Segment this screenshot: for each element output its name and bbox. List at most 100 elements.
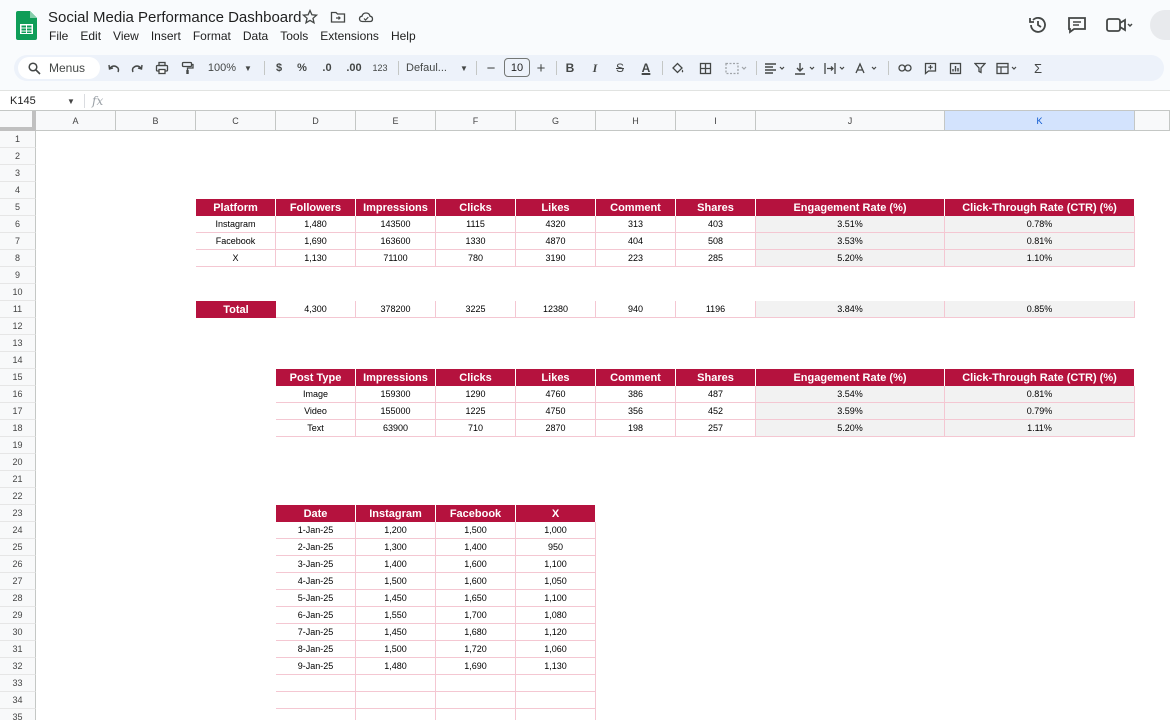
date_table-cell[interactable]: 1-Jan-25 xyxy=(276,522,356,539)
date_table-cell[interactable]: 1,600 xyxy=(436,573,516,590)
date_table-cell[interactable]: 1,080 xyxy=(516,607,596,624)
percent-format-button[interactable]: % xyxy=(294,55,310,81)
increase-decimal-button[interactable]: .00 xyxy=(342,55,366,81)
cloud-saved-icon[interactable] xyxy=(358,9,374,25)
post_table-cell[interactable]: 1.11% xyxy=(945,420,1135,437)
date_table-cell[interactable]: 950 xyxy=(516,539,596,556)
strikethrough-button[interactable]: S xyxy=(613,55,627,81)
spreadsheet-grid[interactable]: A B C D E F G H I J K 1 2 3 4 5 6 7 8 9 10 11 12 13 14 15 16 17 18 19… xyxy=(0,110,1170,720)
date_table-cell[interactable]: 1,100 xyxy=(516,590,596,607)
date_table-cell[interactable]: 5-Jan-25 xyxy=(276,590,356,607)
row-header-3[interactable]: 3 xyxy=(0,165,36,182)
column-header-a[interactable]: A xyxy=(36,111,116,131)
avatar[interactable] xyxy=(1150,10,1170,40)
post_table-cell[interactable]: 4750 xyxy=(516,403,596,420)
menu-format[interactable]: Format xyxy=(193,29,237,43)
post_table-cell[interactable]: 452 xyxy=(676,403,756,420)
date_table-cell[interactable]: 7-Jan-25 xyxy=(276,624,356,641)
platform_table-cell[interactable]: 1,480 xyxy=(276,216,356,233)
date_table-cell[interactable]: 1,450 xyxy=(356,590,436,607)
platform_table-cell[interactable]: 285 xyxy=(676,250,756,267)
row-header-7[interactable]: 7 xyxy=(0,233,36,250)
move-folder-icon[interactable] xyxy=(330,9,346,25)
post_table-cell[interactable]: Video xyxy=(276,403,356,420)
total-cell[interactable]: 4,300 xyxy=(276,301,356,318)
date-table-empty-cell[interactable] xyxy=(276,675,356,692)
row-header-25[interactable]: 25 xyxy=(0,539,36,556)
sheets-logo-icon[interactable] xyxy=(16,11,37,40)
functions-button[interactable]: Σ xyxy=(1030,55,1046,81)
post_table-cell[interactable]: Image xyxy=(276,386,356,403)
borders-icon[interactable] xyxy=(696,55,714,81)
font-select[interactable]: Defaul... xyxy=(406,55,458,81)
platform_table-cell[interactable]: 1.10% xyxy=(945,250,1135,267)
column-header-d[interactable]: D xyxy=(276,111,356,131)
post_table-cell[interactable]: 1290 xyxy=(436,386,516,403)
post_table-cell[interactable]: Text xyxy=(276,420,356,437)
platform_table-cell[interactable]: 1115 xyxy=(436,216,516,233)
platform_table-cell[interactable]: 1330 xyxy=(436,233,516,250)
date_table-cell[interactable]: 2-Jan-25 xyxy=(276,539,356,556)
zoom-dropdown-icon[interactable]: ▼ xyxy=(242,55,254,81)
increase-font-size-button[interactable]: + xyxy=(534,55,548,81)
column-header-i[interactable]: I xyxy=(676,111,756,131)
platform_table-cell[interactable]: 143500 xyxy=(356,216,436,233)
post_table-cell[interactable]: 198 xyxy=(596,420,676,437)
post_table-cell[interactable]: 386 xyxy=(596,386,676,403)
row-header-16[interactable]: 16 xyxy=(0,386,36,403)
post_table-cell[interactable]: 3.59% xyxy=(756,403,945,420)
row-header-24[interactable]: 24 xyxy=(0,522,36,539)
column-header-k[interactable]: K xyxy=(945,111,1135,131)
bold-button[interactable]: B xyxy=(563,55,577,81)
insert-chart-icon[interactable] xyxy=(946,55,964,81)
platform_table-cell[interactable]: 3.53% xyxy=(756,233,945,250)
date_table-cell[interactable]: 1,120 xyxy=(516,624,596,641)
date_table-cell[interactable]: 1,400 xyxy=(356,556,436,573)
platform_table-cell[interactable]: 3.51% xyxy=(756,216,945,233)
row-header-21[interactable]: 21 xyxy=(0,471,36,488)
date_table-cell[interactable]: 1,300 xyxy=(356,539,436,556)
select-all-corner[interactable] xyxy=(0,111,36,131)
row-header-2[interactable]: 2 xyxy=(0,148,36,165)
date_table-cell[interactable]: 1,550 xyxy=(356,607,436,624)
post_table-cell[interactable]: 487 xyxy=(676,386,756,403)
row-header-23[interactable]: 23 xyxy=(0,505,36,522)
date_table-cell[interactable]: 1,680 xyxy=(436,624,516,641)
menu-tools[interactable]: Tools xyxy=(280,29,314,43)
date_table-cell[interactable]: 1,700 xyxy=(436,607,516,624)
platform_table-cell[interactable]: 71100 xyxy=(356,250,436,267)
date_table-cell[interactable]: 3-Jan-25 xyxy=(276,556,356,573)
date_table-cell[interactable]: 4-Jan-25 xyxy=(276,573,356,590)
row-header-33[interactable]: 33 xyxy=(0,675,36,692)
column-header-e[interactable]: E xyxy=(356,111,436,131)
currency-format-button[interactable]: $ xyxy=(272,55,286,81)
decrease-decimal-button[interactable]: .0 xyxy=(316,55,338,81)
post_table-cell[interactable]: 3.54% xyxy=(756,386,945,403)
post_table-cell[interactable]: 2870 xyxy=(516,420,596,437)
row-header-28[interactable]: 28 xyxy=(0,590,36,607)
text-color-button[interactable]: A xyxy=(638,55,654,81)
row-header-10[interactable]: 10 xyxy=(0,284,36,301)
row-header-9[interactable]: 9 xyxy=(0,267,36,284)
post_table-cell[interactable]: 257 xyxy=(676,420,756,437)
total-cell[interactable]: 3.84% xyxy=(756,301,945,318)
row-header-18[interactable]: 18 xyxy=(0,420,36,437)
redo-icon[interactable] xyxy=(128,55,146,81)
platform_table-cell[interactable]: 508 xyxy=(676,233,756,250)
menu-help[interactable]: Help xyxy=(391,29,422,43)
post_table-cell[interactable]: 356 xyxy=(596,403,676,420)
platform_table-cell[interactable]: X xyxy=(196,250,276,267)
platform_table-cell[interactable]: 1,130 xyxy=(276,250,356,267)
row-header-1[interactable]: 1 xyxy=(0,131,36,148)
row-header-14[interactable]: 14 xyxy=(0,352,36,369)
font-size-input[interactable]: 10 xyxy=(504,58,530,77)
platform_table-cell[interactable]: 403 xyxy=(676,216,756,233)
row-header-27[interactable]: 27 xyxy=(0,573,36,590)
star-icon[interactable] xyxy=(301,8,319,25)
total-cell[interactable]: 940 xyxy=(596,301,676,318)
menu-extensions[interactable]: Extensions xyxy=(320,29,385,43)
date_table-cell[interactable]: 8-Jan-25 xyxy=(276,641,356,658)
row-header-30[interactable]: 30 xyxy=(0,624,36,641)
vertical-align-icon[interactable] xyxy=(792,55,820,81)
post_table-cell[interactable]: 159300 xyxy=(356,386,436,403)
